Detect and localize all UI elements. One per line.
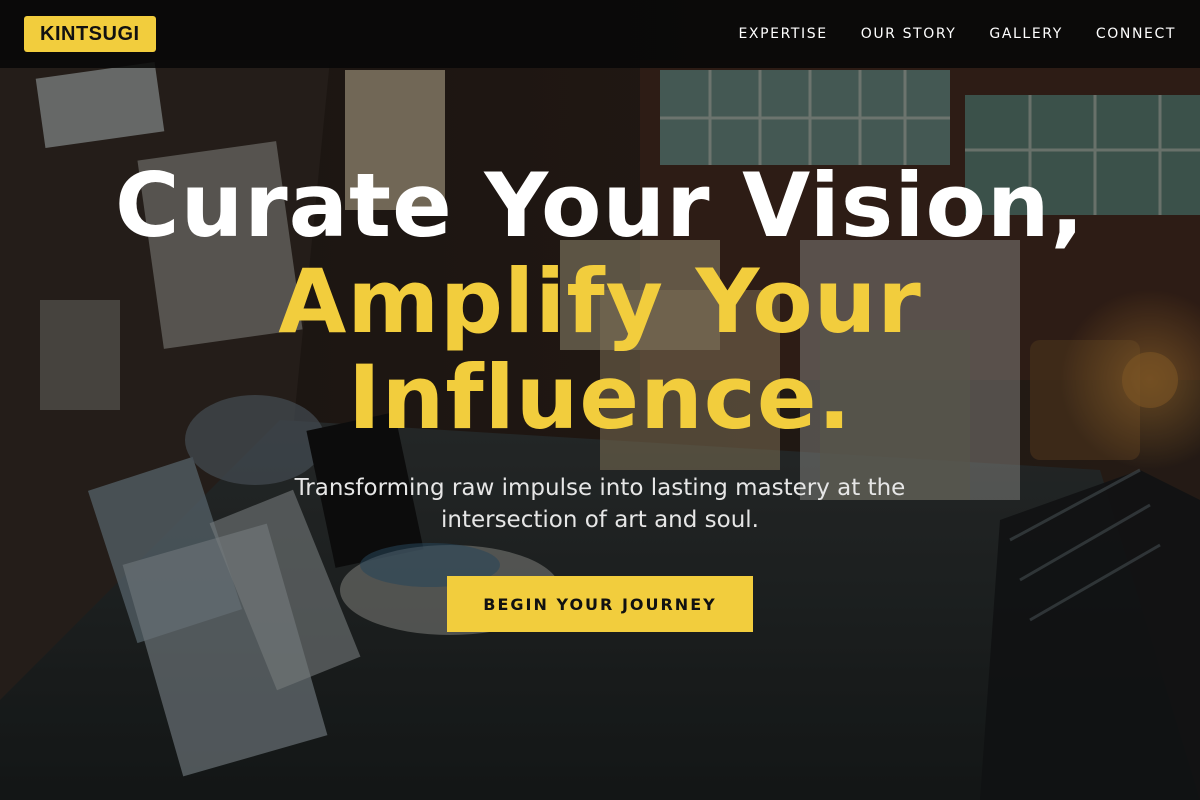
hero-section: KINTSUGI EXPERTISE OUR STORY GALLERY CON… bbox=[0, 0, 1200, 800]
top-navbar: KINTSUGI EXPERTISE OUR STORY GALLERY CON… bbox=[0, 0, 1200, 68]
nav-link-connect[interactable]: CONNECT bbox=[1096, 26, 1176, 42]
headline-line-1: Curate Your Vision, bbox=[115, 154, 1085, 257]
begin-journey-button[interactable]: BEGIN YOUR JOURNEY bbox=[447, 576, 753, 632]
headline-line-3: Influence. bbox=[347, 346, 853, 449]
hero-headline: Curate Your Vision, Amplify Your Influen… bbox=[0, 158, 1200, 446]
brand-logo[interactable]: KINTSUGI bbox=[24, 16, 156, 52]
hero-subtitle: Transforming raw impulse into lasting ma… bbox=[294, 475, 906, 533]
nav-link-expertise[interactable]: EXPERTISE bbox=[738, 26, 827, 42]
hero-content: Curate Your Vision, Amplify Your Influen… bbox=[0, 0, 1200, 800]
nav-links: EXPERTISE OUR STORY GALLERY CONNECT bbox=[738, 26, 1176, 42]
nav-link-gallery[interactable]: GALLERY bbox=[989, 26, 1062, 42]
headline-line-2: Amplify Your bbox=[278, 250, 922, 353]
nav-link-our-story[interactable]: OUR STORY bbox=[861, 26, 957, 42]
